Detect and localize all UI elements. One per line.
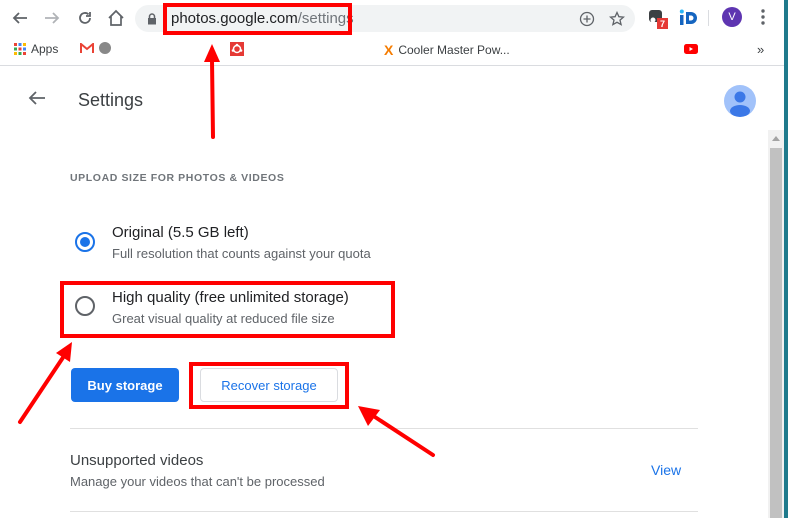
forward-button[interactable] <box>42 8 62 28</box>
arrow-right-icon <box>45 12 60 24</box>
id-extension-button[interactable] <box>679 9 699 32</box>
toolbar-separator <box>708 10 709 26</box>
bookmark-youtube[interactable] <box>684 44 698 54</box>
bookmark-label: Apps <box>31 42 59 56</box>
reload-button[interactable] <box>75 8 95 28</box>
annotation-box-recover <box>189 362 349 409</box>
arrow-back-icon <box>28 91 45 105</box>
option-original-title: Original (5.5 GB left) <box>112 224 249 241</box>
bookmark-favicon <box>99 42 111 54</box>
bookmark-gmail[interactable] <box>80 42 111 54</box>
page-scrollbar[interactable] <box>768 130 784 518</box>
back-to-photos-button[interactable] <box>28 90 46 111</box>
id-logo-icon <box>679 9 697 25</box>
unsupported-videos-title: Unsupported videos <box>70 452 204 469</box>
profile-avatar[interactable]: V <box>722 7 742 27</box>
back-button[interactable] <box>10 8 30 28</box>
extension-icon: 7 <box>649 10 668 29</box>
section-label: UPLOAD SIZE FOR PHOTOS & VIDEOS <box>70 172 285 184</box>
buy-storage-button[interactable]: Buy storage <box>71 368 179 402</box>
option-original-description: Full resolution that counts against your… <box>112 246 371 261</box>
x-logo-icon: X <box>384 42 394 58</box>
menu-button[interactable] <box>760 8 766 31</box>
extension-button[interactable]: 7 <box>648 9 670 36</box>
browser-toolbar: photos.google.com/settings 7 V <box>0 0 788 36</box>
divider <box>70 511 698 512</box>
bookmarks-bar: Apps X Cooler Master Pow... » <box>0 36 788 96</box>
star-icon <box>609 11 625 26</box>
youtube-icon <box>684 44 698 54</box>
radio-original[interactable] <box>75 232 95 252</box>
install-button[interactable] <box>578 10 596 28</box>
reload-icon <box>79 12 91 24</box>
window-edge <box>784 0 788 518</box>
add-circle-icon <box>579 11 595 27</box>
bookmark-red-site[interactable] <box>230 42 244 56</box>
annotation-box-url <box>163 3 352 35</box>
browser-chrome: photos.google.com/settings 7 V Apps X Co… <box>0 0 788 96</box>
divider <box>70 428 698 429</box>
more-vert-icon <box>761 9 765 25</box>
lock-icon <box>148 13 156 25</box>
person-icon <box>730 91 750 117</box>
account-avatar[interactable] <box>724 85 756 117</box>
apps-grid-icon <box>14 43 26 55</box>
annotation-box-high-quality <box>60 281 395 338</box>
bookmark-star-button[interactable] <box>608 10 626 28</box>
triangle-up-icon <box>772 136 780 141</box>
unsupported-videos-description: Manage your videos that can't be process… <box>70 474 325 489</box>
bookmark-apps[interactable]: Apps <box>14 42 58 56</box>
bookmarks-overflow[interactable]: » <box>757 42 764 57</box>
gmail-icon <box>80 42 94 53</box>
home-icon <box>108 9 124 26</box>
arrow-left-icon <box>12 12 27 24</box>
home-button[interactable] <box>106 8 126 28</box>
extension-badge: 7 <box>660 19 665 29</box>
view-unsupported-link[interactable]: View <box>651 462 681 478</box>
page-title: Settings <box>78 90 144 110</box>
bookmark-cooler-master[interactable]: X Cooler Master Pow... <box>384 42 510 58</box>
bookmark-label: Cooler Master Pow... <box>398 43 510 57</box>
scroll-up-button[interactable] <box>768 130 784 147</box>
red-logo-icon <box>230 42 244 56</box>
scroll-thumb[interactable] <box>770 148 782 518</box>
